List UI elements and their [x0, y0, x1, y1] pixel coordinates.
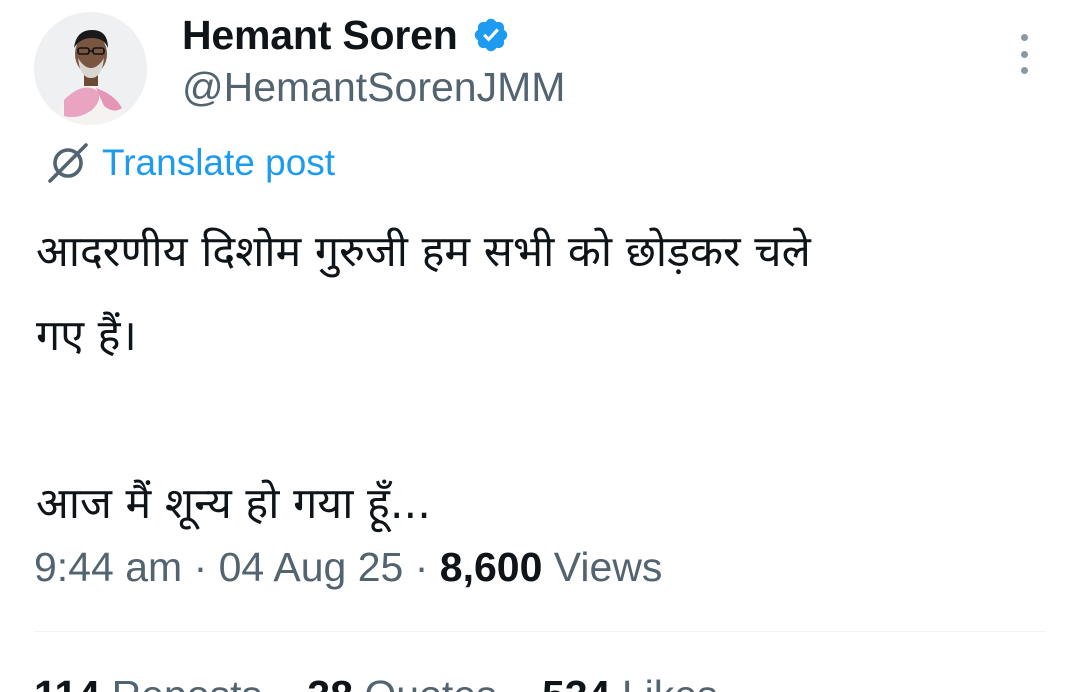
more-options-icon[interactable]	[1008, 34, 1040, 74]
avatar-image	[34, 12, 147, 125]
divider	[34, 631, 1046, 632]
translate-post-link[interactable]: Translate post	[44, 140, 335, 186]
reposts-label: Reposts	[112, 672, 262, 692]
translate-label: Translate post	[102, 142, 336, 183]
translate-icon	[48, 143, 88, 183]
post-date[interactable]: 04 Aug 25	[219, 544, 404, 590]
meta-separator: ·	[414, 544, 429, 590]
views-label: Views	[553, 544, 663, 590]
author-name-row: Hemant Soren	[182, 10, 510, 60]
engagement-stats: 114 Reposts 38 Quotes 534 Likes	[34, 672, 752, 692]
views-count: 8,600	[439, 544, 543, 590]
reposts-count: 114	[34, 672, 100, 692]
quotes-stat[interactable]: 38 Quotes	[307, 672, 508, 692]
post-line: आदरणीय दिशोम गुरुजी हम सभी को छोड़कर चले	[36, 227, 811, 277]
likes-count: 534	[542, 672, 610, 692]
likes-label: Likes	[622, 672, 718, 692]
verified-badge-icon[interactable]	[472, 16, 510, 54]
more-dot	[1020, 34, 1028, 41]
quotes-label: Quotes	[364, 672, 496, 692]
post-text: आदरणीय दिशोम गुरुजी हम सभी को छोड़कर चले…	[36, 210, 1046, 546]
quotes-count: 38	[307, 672, 353, 692]
meta-separator: ·	[193, 544, 208, 590]
post-line-gap	[36, 378, 1046, 462]
likes-stat[interactable]: 534 Likes	[542, 672, 718, 692]
tweet: Hemant Soren @HemantSorenJMM Translate p…	[0, 0, 1080, 692]
post-time[interactable]: 9:44 am	[34, 544, 182, 590]
avatar[interactable]	[34, 12, 147, 125]
author-handle[interactable]: @HemantSorenJMM	[182, 64, 565, 111]
reposts-stat[interactable]: 114 Reposts	[34, 672, 273, 692]
more-dot	[1020, 50, 1028, 58]
post-meta: 9:44 am · 04 Aug 25 · 8,600 Views	[34, 544, 662, 591]
more-dot	[1020, 67, 1028, 74]
author-display-name[interactable]: Hemant Soren	[182, 12, 458, 59]
post-line: आज मैं शून्य हो गया हूँ...	[36, 479, 431, 529]
post-line: गए हैं।	[36, 311, 137, 361]
